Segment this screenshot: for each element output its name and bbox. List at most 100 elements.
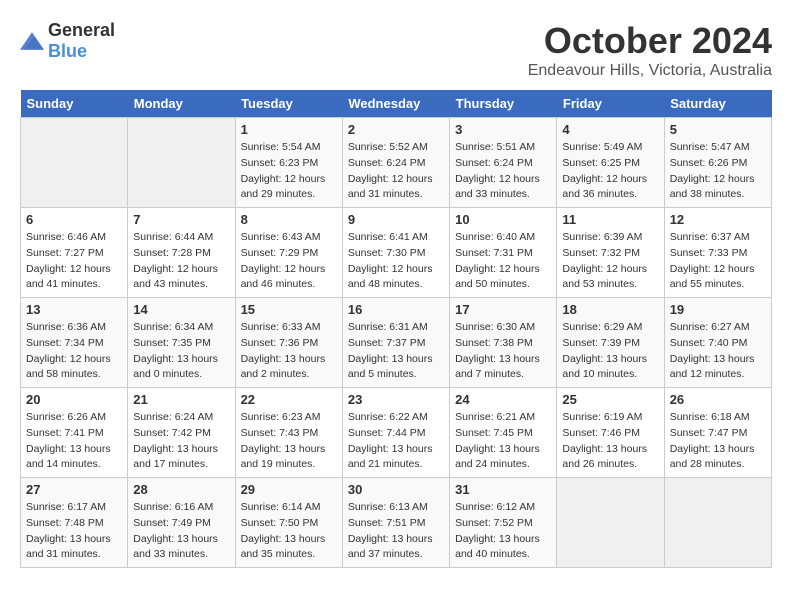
col-sunday: Sunday (21, 90, 128, 118)
calendar-cell: 27 Sunrise: 6:17 AMSunset: 7:48 PMDayligh… (21, 478, 128, 568)
calendar-cell: 1Sunrise: 5:54 AMSunset: 6:23 PMDaylight… (235, 118, 342, 208)
day-info: Sunrise: 6:13 AMSunset: 7:51 PMDaylight:… (348, 500, 444, 563)
day-number: 28 (133, 482, 229, 497)
day-info: Sunrise: 6:16 AMSunset: 7:49 PMDaylight:… (133, 500, 229, 563)
day-info: Sunrise: 6:31 AMSunset: 7:37 PMDaylight:… (348, 320, 444, 383)
col-monday: Monday (128, 90, 235, 118)
calendar-cell: 2Sunrise: 5:52 AMSunset: 6:24 PMDaylight… (342, 118, 449, 208)
day-number: 19 (670, 302, 766, 317)
location: Endeavour Hills, Victoria, Australia (528, 62, 772, 80)
day-info: Sunrise: 6:33 AMSunset: 7:36 PMDaylight:… (241, 320, 337, 383)
month-title: October 2024 (528, 20, 772, 62)
calendar-cell: 31Sunrise: 6:12 AMSunset: 7:52 PMDayligh… (450, 478, 557, 568)
page-header: General Blue October 2024 Endeavour Hill… (20, 20, 772, 80)
day-info: Sunrise: 6:41 AMSunset: 7:30 PMDaylight:… (348, 230, 444, 293)
calendar-cell: 7 Sunrise: 6:44 AMSunset: 7:28 PMDaylight… (128, 208, 235, 298)
col-tuesday: Tuesday (235, 90, 342, 118)
calendar-week-4: 27 Sunrise: 6:17 AMSunset: 7:48 PMDayligh… (21, 478, 772, 568)
calendar-cell (664, 478, 771, 568)
day-info: Sunrise: 6:46 AMSunset: 7:27 PMDaylight:… (26, 230, 122, 293)
day-info: Sunrise: 6:36 AMSunset: 7:34 PMDaylight:… (26, 320, 122, 383)
day-info: Sunrise: 6:24 AMSunset: 7:42 PMDaylight:… (133, 410, 229, 473)
title-block: October 2024 Endeavour Hills, Victoria, … (528, 20, 772, 80)
day-info: Sunrise: 6:43 AMSunset: 7:29 PMDaylight:… (241, 230, 337, 293)
day-number: 17 (455, 302, 551, 317)
day-number: 18 (562, 302, 658, 317)
calendar-cell: 12 Sunrise: 6:37 AMSunset: 7:33 PMDayligh… (664, 208, 771, 298)
calendar-cell: 30 Sunrise: 6:13 AMSunset: 7:51 PMDayligh… (342, 478, 449, 568)
day-info: Sunrise: 6:26 AMSunset: 7:41 PMDaylight:… (26, 410, 122, 473)
calendar-cell: 14Sunrise: 6:34 AMSunset: 7:35 PMDayligh… (128, 298, 235, 388)
day-info: Sunrise: 6:22 AMSunset: 7:44 PMDaylight:… (348, 410, 444, 473)
calendar-cell: 22 Sunrise: 6:23 AMSunset: 7:43 PMDayligh… (235, 388, 342, 478)
day-number: 30 (348, 482, 444, 497)
calendar-cell: 18Sunrise: 6:29 AMSunset: 7:39 PMDayligh… (557, 298, 664, 388)
calendar-cell: 29Sunrise: 6:14 AMSunset: 7:50 PMDayligh… (235, 478, 342, 568)
day-info: Sunrise: 5:47 AMSunset: 6:26 PMDaylight:… (670, 140, 766, 203)
day-info: Sunrise: 5:52 AMSunset: 6:24 PMDaylight:… (348, 140, 444, 203)
day-number: 9 (348, 212, 444, 227)
calendar-cell: 19 Sunrise: 6:27 AMSunset: 7:40 PMDayligh… (664, 298, 771, 388)
day-info: Sunrise: 6:12 AMSunset: 7:52 PMDaylight:… (455, 500, 551, 563)
calendar-cell: 25 Sunrise: 6:19 AMSunset: 7:46 PMDayligh… (557, 388, 664, 478)
calendar-cell: 16Sunrise: 6:31 AMSunset: 7:37 PMDayligh… (342, 298, 449, 388)
day-number: 3 (455, 122, 551, 137)
col-saturday: Saturday (664, 90, 771, 118)
calendar-cell: 5 Sunrise: 5:47 AMSunset: 6:26 PMDaylight… (664, 118, 771, 208)
day-info: Sunrise: 6:19 AMSunset: 7:46 PMDaylight:… (562, 410, 658, 473)
logo-text: General Blue (48, 20, 115, 62)
calendar-cell (21, 118, 128, 208)
calendar-cell: 3 Sunrise: 5:51 AMSunset: 6:24 PMDaylight… (450, 118, 557, 208)
day-number: 7 (133, 212, 229, 227)
calendar-header: Sunday Monday Tuesday Wednesday Thursday… (21, 90, 772, 118)
day-number: 26 (670, 392, 766, 407)
day-info: Sunrise: 6:27 AMSunset: 7:40 PMDaylight:… (670, 320, 766, 383)
day-info: Sunrise: 6:17 AMSunset: 7:48 PMDaylight:… (26, 500, 122, 563)
day-number: 25 (562, 392, 658, 407)
day-number: 6 (26, 212, 122, 227)
calendar-cell: 17 Sunrise: 6:30 AMSunset: 7:38 PMDayligh… (450, 298, 557, 388)
col-friday: Friday (557, 90, 664, 118)
day-number: 14 (133, 302, 229, 317)
day-info: Sunrise: 5:51 AMSunset: 6:24 PMDaylight:… (455, 140, 551, 203)
calendar-cell: 9 Sunrise: 6:41 AMSunset: 7:30 PMDaylight… (342, 208, 449, 298)
calendar-week-0: 1Sunrise: 5:54 AMSunset: 6:23 PMDaylight… (21, 118, 772, 208)
header-row: Sunday Monday Tuesday Wednesday Thursday… (21, 90, 772, 118)
day-number: 21 (133, 392, 229, 407)
calendar-cell (557, 478, 664, 568)
day-number: 15 (241, 302, 337, 317)
day-number: 13 (26, 302, 122, 317)
day-number: 29 (241, 482, 337, 497)
calendar-week-3: 20 Sunrise: 6:26 AMSunset: 7:41 PMDayligh… (21, 388, 772, 478)
day-number: 20 (26, 392, 122, 407)
day-info: Sunrise: 5:54 AMSunset: 6:23 PMDaylight:… (241, 140, 337, 203)
col-thursday: Thursday (450, 90, 557, 118)
day-number: 5 (670, 122, 766, 137)
col-wednesday: Wednesday (342, 90, 449, 118)
day-info: Sunrise: 5:49 AMSunset: 6:25 PMDaylight:… (562, 140, 658, 203)
day-number: 8 (241, 212, 337, 227)
day-number: 12 (670, 212, 766, 227)
logo-general: General (48, 20, 115, 40)
calendar-cell: 24Sunrise: 6:21 AMSunset: 7:45 PMDayligh… (450, 388, 557, 478)
day-info: Sunrise: 6:23 AMSunset: 7:43 PMDaylight:… (241, 410, 337, 473)
day-info: Sunrise: 6:18 AMSunset: 7:47 PMDaylight:… (670, 410, 766, 473)
logo-blue: Blue (48, 41, 87, 61)
day-number: 11 (562, 212, 658, 227)
day-info: Sunrise: 6:30 AMSunset: 7:38 PMDaylight:… (455, 320, 551, 383)
day-number: 27 (26, 482, 122, 497)
calendar-body: 1Sunrise: 5:54 AMSunset: 6:23 PMDaylight… (21, 118, 772, 568)
day-info: Sunrise: 6:44 AMSunset: 7:28 PMDaylight:… (133, 230, 229, 293)
day-number: 22 (241, 392, 337, 407)
day-info: Sunrise: 6:37 AMSunset: 7:33 PMDaylight:… (670, 230, 766, 293)
calendar-cell: 15 Sunrise: 6:33 AMSunset: 7:36 PMDayligh… (235, 298, 342, 388)
logo: General Blue (20, 20, 115, 62)
logo-icon (20, 32, 44, 50)
calendar-cell: 11Sunrise: 6:39 AMSunset: 7:32 PMDayligh… (557, 208, 664, 298)
calendar-week-1: 6 Sunrise: 6:46 AMSunset: 7:27 PMDaylight… (21, 208, 772, 298)
calendar-cell: 6 Sunrise: 6:46 AMSunset: 7:27 PMDaylight… (21, 208, 128, 298)
calendar-table: Sunday Monday Tuesday Wednesday Thursday… (20, 90, 772, 568)
day-info: Sunrise: 6:40 AMSunset: 7:31 PMDaylight:… (455, 230, 551, 293)
calendar-cell: 23Sunrise: 6:22 AMSunset: 7:44 PMDayligh… (342, 388, 449, 478)
calendar-cell: 28 Sunrise: 6:16 AMSunset: 7:49 PMDayligh… (128, 478, 235, 568)
